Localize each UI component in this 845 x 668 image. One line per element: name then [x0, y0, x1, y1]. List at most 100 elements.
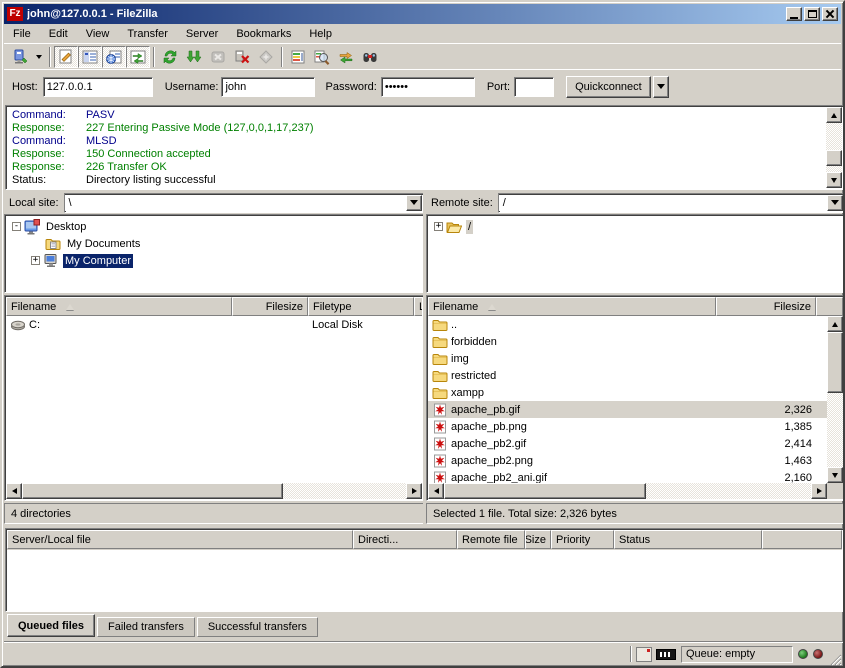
scrollbar-thumb[interactable] — [826, 150, 842, 166]
file-cell: apache_pb.png — [428, 418, 716, 435]
file-row[interactable]: apache_pb.gif2,326 — [428, 401, 827, 418]
quickconnect-button[interactable]: Quickconnect — [566, 76, 651, 98]
collapse-icon[interactable]: - — [12, 222, 21, 231]
password-input[interactable] — [381, 77, 475, 97]
close-button[interactable] — [822, 7, 838, 21]
tab-successful-transfers[interactable]: Successful transfers — [197, 617, 318, 637]
column-header-serverlocalfile[interactable]: Server/Local file — [7, 530, 353, 549]
tab-failed-transfers[interactable]: Failed transfers — [97, 617, 195, 637]
local-site-dropdown-button[interactable] — [406, 195, 422, 211]
transfer-queue-toggle-button[interactable] — [126, 46, 150, 68]
disconnect-button[interactable] — [230, 46, 254, 68]
sort-ascending-icon — [488, 304, 496, 310]
file-row[interactable]: apache_pb2.gif2,414 — [428, 435, 827, 452]
find-files-button[interactable] — [358, 46, 382, 68]
tree-item[interactable]: +My Computer — [6, 252, 422, 269]
scroll-down-button[interactable] — [826, 172, 842, 188]
column-header-filename[interactable]: Filename — [6, 297, 232, 316]
data-type-indicator-icon[interactable] — [636, 647, 652, 662]
file-row[interactable]: restricted — [428, 367, 827, 384]
scrollbar-thumb[interactable] — [22, 483, 283, 499]
scrollbar-track[interactable] — [827, 332, 843, 467]
column-header-filetype[interactable]: Filetype — [308, 297, 414, 316]
port-input[interactable] — [514, 77, 554, 97]
file-row[interactable]: C:Local Disk — [6, 316, 422, 333]
quickconnect-dropdown-button[interactable] — [653, 76, 669, 98]
process-queue-icon — [186, 49, 202, 65]
refresh-button[interactable] — [158, 46, 182, 68]
scroll-up-button[interactable] — [826, 107, 842, 123]
scrollbar-thumb[interactable] — [444, 483, 646, 499]
local-list-hscrollbar[interactable] — [6, 483, 422, 499]
disconnect-icon — [234, 49, 250, 65]
scroll-right-button[interactable] — [406, 483, 422, 499]
remote-site-value: / — [499, 195, 826, 211]
file-row[interactable]: apache_pb2_ani.gif2,160 — [428, 469, 827, 483]
cancel-button[interactable] — [206, 46, 230, 68]
scrollbar-track[interactable] — [444, 483, 811, 499]
column-header-l[interactable]: L — [414, 297, 422, 316]
remote-list-vscrollbar[interactable] — [827, 316, 843, 483]
column-header-remotefile[interactable]: Remote file — [457, 530, 525, 549]
file-row[interactable]: apache_pb2.png1,463 — [428, 452, 827, 469]
column-header-filesize[interactable]: Filesize — [232, 297, 308, 316]
column-header-directi[interactable]: Directi... — [353, 530, 457, 549]
column-header-size[interactable]: Size — [525, 530, 551, 549]
message-log-toggle-button[interactable] — [54, 46, 78, 68]
tree-item[interactable]: My Documents — [6, 235, 422, 252]
scrollbar-thumb[interactable] — [827, 332, 843, 393]
arrow-left-icon — [434, 488, 439, 494]
menu-help[interactable]: Help — [300, 26, 341, 42]
file-row[interactable]: xampp — [428, 384, 827, 401]
log-scrollbar[interactable] — [826, 107, 842, 188]
expand-icon[interactable]: + — [31, 256, 40, 265]
menu-file[interactable]: File — [4, 26, 40, 42]
file-row[interactable]: apache_pb.png1,385 — [428, 418, 827, 435]
speed-limit-indicator-icon[interactable] — [656, 649, 676, 660]
remote-list-hscrollbar[interactable] — [428, 483, 827, 499]
scrollbar-track[interactable] — [826, 123, 842, 172]
menu-bookmarks[interactable]: Bookmarks — [227, 26, 300, 42]
scroll-left-button[interactable] — [428, 483, 444, 499]
scroll-up-button[interactable] — [827, 316, 843, 332]
local-tree-toggle-button[interactable] — [78, 46, 102, 68]
host-input[interactable] — [43, 77, 153, 97]
directory-comparison-button[interactable] — [310, 46, 334, 68]
maximize-button[interactable] — [804, 7, 820, 21]
titlebar[interactable]: Fz john@127.0.0.1 - FileZilla — [4, 4, 841, 24]
scroll-right-button[interactable] — [811, 483, 827, 499]
resize-grip[interactable] — [829, 653, 842, 666]
column-header-priority[interactable]: Priority — [551, 530, 614, 549]
file-row[interactable]: img — [428, 350, 827, 367]
username-input[interactable] — [221, 77, 315, 97]
process-queue-button[interactable] — [182, 46, 206, 68]
tab-queued-files[interactable]: Queued files — [7, 614, 95, 637]
menu-view[interactable]: View — [77, 26, 119, 42]
column-header-filename[interactable]: Filename — [428, 297, 716, 316]
filter-button[interactable] — [286, 46, 310, 68]
scroll-down-button[interactable] — [827, 467, 843, 483]
remote-site-dropdown-button[interactable] — [827, 195, 843, 211]
synchronized-browsing-button[interactable] — [334, 46, 358, 68]
log-line: Response:227 Entering Passive Mode (127,… — [12, 122, 826, 135]
tree-item[interactable]: +/ — [428, 218, 843, 235]
file-row[interactable]: .. — [428, 316, 827, 333]
transfer-queue-body[interactable] — [7, 550, 842, 610]
column-header-filesize[interactable]: Filesize — [716, 297, 816, 316]
site-manager-dropdown-button[interactable] — [32, 46, 46, 68]
minimize-button[interactable] — [786, 7, 802, 21]
menu-server[interactable]: Server — [177, 26, 227, 42]
column-header-status[interactable]: Status — [614, 530, 762, 549]
remote-tree-toggle-button[interactable] — [102, 46, 126, 68]
scroll-left-button[interactable] — [6, 483, 22, 499]
remote-site-combobox[interactable]: / — [498, 193, 845, 213]
expand-icon[interactable]: + — [434, 222, 443, 231]
file-row[interactable]: forbidden — [428, 333, 827, 350]
reconnect-button[interactable] — [254, 46, 278, 68]
local-site-combobox[interactable]: \ — [64, 193, 424, 213]
menu-edit[interactable]: Edit — [40, 26, 77, 42]
menu-transfer[interactable]: Transfer — [118, 26, 177, 42]
tree-item[interactable]: -Desktop — [6, 218, 422, 235]
scrollbar-track[interactable] — [22, 483, 406, 499]
site-manager-button[interactable] — [8, 46, 32, 68]
